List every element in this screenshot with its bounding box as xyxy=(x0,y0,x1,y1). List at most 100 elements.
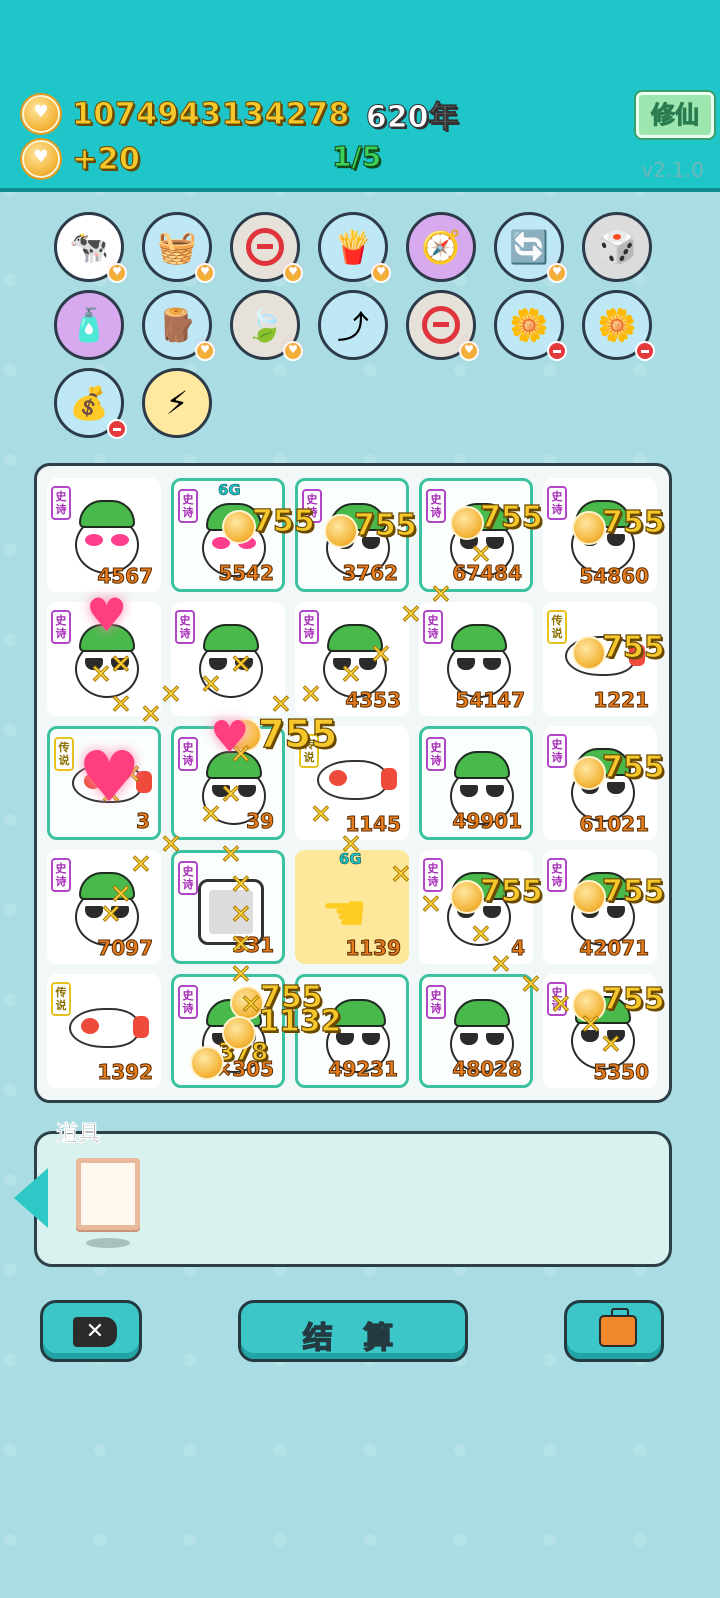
coin-icon xyxy=(222,1016,256,1050)
coin-total: 1074943134278 xyxy=(72,96,350,132)
skill-glyph: 🧭 xyxy=(421,228,461,266)
cell-score: 4 xyxy=(511,936,526,961)
gain-number: 755 xyxy=(601,504,665,540)
flower-pot-icon[interactable]: 🌼 xyxy=(582,290,655,361)
rarity-tag: 传说 xyxy=(54,737,74,771)
cell-score: 3762 xyxy=(342,561,399,586)
board-cell[interactable]: 史诗 48028 xyxy=(419,974,533,1088)
multiply-icon: ✕ xyxy=(550,990,573,1021)
coin-icon xyxy=(572,511,606,545)
multiply-icon: ✕ xyxy=(520,970,543,1001)
multiply-icon: ✕ xyxy=(220,840,243,871)
multiply-icon: ✕ xyxy=(200,800,223,831)
cell-score: 1139 xyxy=(345,936,402,961)
multiply-icon: ✕ xyxy=(240,990,263,1021)
xiuxian-button[interactable]: 修仙 xyxy=(636,92,714,138)
green-cap-face-icon xyxy=(75,500,139,574)
stage-progress: 1/5 xyxy=(331,140,382,174)
multiply-icon: ✕ xyxy=(230,930,253,961)
fruit-basket-icon[interactable]: 🧺 xyxy=(142,212,215,283)
pump-icon[interactable]: 🧴 xyxy=(54,290,124,360)
skill-glyph: 🧺 xyxy=(157,228,197,266)
top-status-bar: 1074943134278 620年 +20 1/5 修仙 v2.1.0 xyxy=(0,0,720,192)
leaf-icon[interactable]: 🍃 xyxy=(230,290,303,361)
cell-score: 49901 xyxy=(452,809,523,834)
skill-glyph: 🍃 xyxy=(245,306,285,344)
coin-row: 1074943134278 620年 xyxy=(22,92,459,136)
board-cell[interactable]: 史诗 xyxy=(171,602,285,716)
multiply-icon: ✕ xyxy=(230,960,253,991)
skill-glyph: 🐄 xyxy=(69,228,109,266)
cows-icon[interactable]: 🐄 xyxy=(54,212,127,283)
rarity-tag: 传说 xyxy=(547,610,567,644)
settle-label: 结 算 xyxy=(302,1320,404,1356)
no-entry-icon[interactable] xyxy=(406,290,479,361)
fries-icon[interactable]: 🍟 xyxy=(318,212,391,283)
cell-score: 54860 xyxy=(579,564,650,589)
briefcase-icon xyxy=(599,1308,637,1347)
refresh-icon[interactable]: 🔄 xyxy=(494,212,567,283)
arrow-left-icon[interactable] xyxy=(14,1168,48,1228)
rarity-tag: 传说 xyxy=(51,982,71,1016)
coin-icon xyxy=(22,140,60,178)
multiply-icon: ✕ xyxy=(270,690,293,721)
skill-glyph: 💰 xyxy=(69,384,109,422)
multiply-icon: ✕ xyxy=(110,690,133,721)
settle-button[interactable]: 结 算 xyxy=(238,1300,468,1362)
rarity-tag: 史诗 xyxy=(51,486,71,520)
rarity-tag: 史诗 xyxy=(175,610,195,644)
flower-pot-icon[interactable]: 🌼 xyxy=(494,290,567,361)
gain-number: 755 xyxy=(601,981,665,1017)
bag-button[interactable] xyxy=(564,1300,664,1362)
heart-icon: ♥ xyxy=(210,712,250,763)
cell-score: 1392 xyxy=(97,1060,154,1085)
exit-button[interactable]: ✕ xyxy=(40,1300,142,1362)
multiply-icon: ✕ xyxy=(470,920,493,951)
compass-icon[interactable]: 🧭 xyxy=(406,212,476,282)
heart-badge-icon xyxy=(371,263,391,283)
version-label: v2.1.0 xyxy=(641,158,704,182)
board-cell[interactable]: 史诗 49901 xyxy=(419,726,533,840)
rarity-tag: 史诗 xyxy=(426,737,446,771)
rarity-tag: 史诗 xyxy=(51,858,71,892)
cell-score: 42071 xyxy=(579,936,650,961)
koi-fish-icon xyxy=(69,1008,149,1048)
board-cell[interactable]: 史诗 4567 xyxy=(47,478,161,592)
gain-number: 755 xyxy=(479,873,543,909)
multiply-icon: ✕ xyxy=(580,1010,603,1041)
green-cap-face-icon xyxy=(447,624,511,698)
heart-icon: ♥ xyxy=(86,588,128,642)
board-cell[interactable]: 传说 1392 xyxy=(47,974,161,1088)
year-counter: 620年 xyxy=(365,100,459,136)
gain-number: 755 xyxy=(479,499,543,535)
rarity-tag: 史诗 xyxy=(547,858,567,892)
red-circle-shape xyxy=(422,306,460,344)
skill-glyph: 🪵 xyxy=(157,306,197,344)
tree-stump-icon[interactable]: 🪵 xyxy=(142,290,215,361)
lightning-icon[interactable]: ⚡ xyxy=(142,368,212,438)
cell-score: 4567 xyxy=(97,564,154,589)
board-cell[interactable]: 史诗 54147 xyxy=(419,602,533,716)
multiply-icon: ✕ xyxy=(370,640,393,671)
rarity-tag: 史诗 xyxy=(178,861,198,895)
multiply-icon: ✕ xyxy=(340,660,363,691)
rarity-tag: 史诗 xyxy=(178,737,198,771)
income-rate: +20 xyxy=(71,141,141,177)
skill-glyph: 🌼 xyxy=(509,306,549,344)
multiply-icon: ✕ xyxy=(340,830,363,861)
no-entry-icon[interactable] xyxy=(230,212,303,283)
gain-number: 755 xyxy=(601,873,665,909)
dice-icon[interactable]: 🎲 xyxy=(582,212,652,282)
picture-frame-item[interactable] xyxy=(76,1158,140,1230)
pointing-hand-icon: ☚ xyxy=(321,884,368,944)
rarity-tag: 史诗 xyxy=(423,858,443,892)
cell-score: 5542 xyxy=(218,561,275,586)
multiply-icon: ✕ xyxy=(230,900,253,931)
arrow-up-icon[interactable]: ⤴ xyxy=(318,290,388,360)
sack-icon[interactable]: 💰 xyxy=(54,368,127,439)
heart-badge-icon xyxy=(283,263,303,283)
coin-icon xyxy=(450,880,484,914)
minus-badge-icon xyxy=(547,341,567,361)
koi-fish-icon xyxy=(317,760,397,800)
multiply-icon: ✕ xyxy=(90,660,113,691)
